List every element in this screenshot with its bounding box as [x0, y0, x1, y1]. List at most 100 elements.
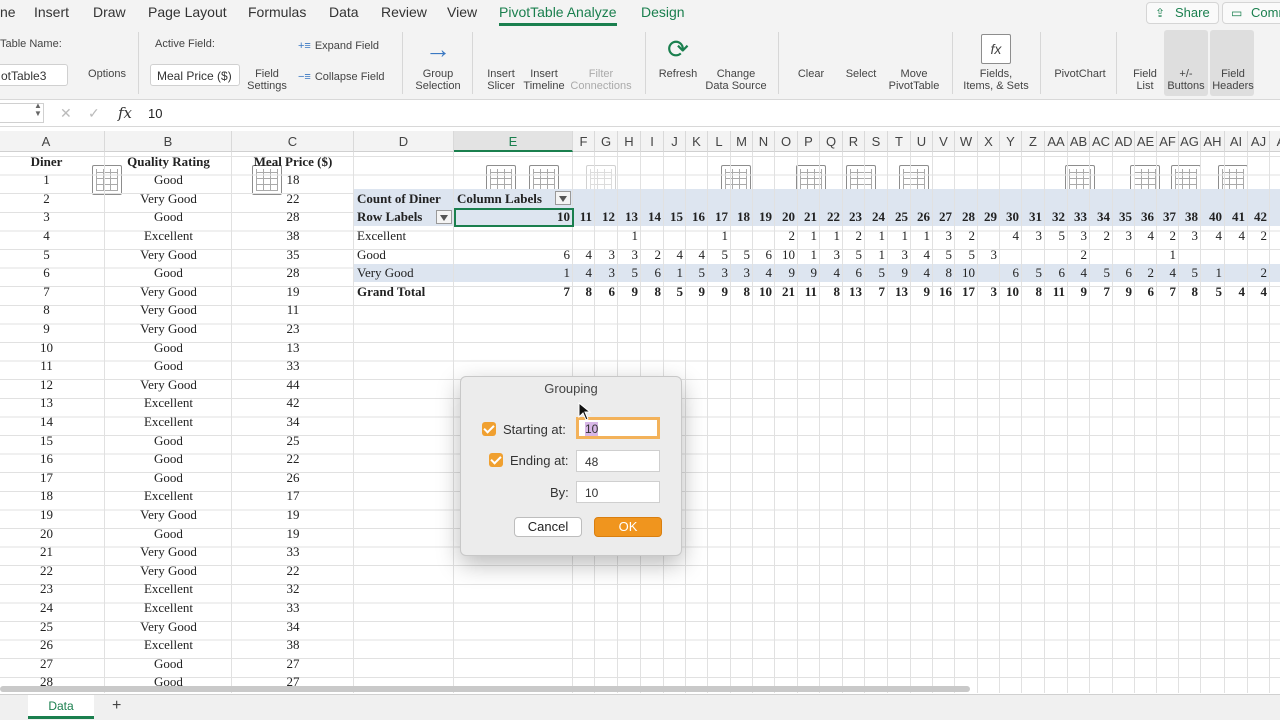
column-header-aj[interactable]: AJ: [1248, 131, 1270, 152]
pivot-column-key[interactable]: 11: [573, 208, 592, 226]
enter-icon[interactable]: ✓: [88, 105, 100, 122]
pivot-value-cell[interactable]: [1248, 246, 1267, 264]
pivot-value-cell[interactable]: [978, 227, 997, 245]
table-cell[interactable]: Good: [105, 208, 232, 226]
table-cell[interactable]: Good: [105, 525, 232, 543]
column-header-ae[interactable]: AE: [1135, 131, 1157, 152]
table-cell[interactable]: Very Good: [105, 618, 232, 636]
column-header-e[interactable]: E: [454, 131, 573, 152]
table-cell[interactable]: Excellent: [105, 636, 232, 654]
pivot-column-key[interactable]: 16: [686, 208, 705, 226]
table-cell[interactable]: 6: [0, 264, 105, 282]
table-cell[interactable]: 38: [232, 227, 354, 245]
field-settings-button[interactable]: Field Settings: [246, 34, 288, 195]
tab-home[interactable]: ne: [0, 4, 16, 20]
pivot-value-cell[interactable]: 2: [641, 246, 662, 264]
table-cell[interactable]: 4: [0, 227, 105, 245]
pivot-value-cell[interactable]: 4: [664, 246, 684, 264]
collapse-field-button[interactable]: −≡ Collapse Field: [298, 71, 385, 83]
table-cell[interactable]: 19: [232, 525, 354, 543]
column-header-w[interactable]: W: [955, 131, 978, 152]
pivot-count-label[interactable]: Count of Diner: [357, 190, 441, 208]
fx-icon[interactable]: fx: [118, 104, 132, 122]
column-header-j[interactable]: J: [664, 131, 686, 152]
pivot-column-key[interactable]: 34: [1090, 208, 1110, 226]
pivot-value-cell[interactable]: [641, 227, 661, 245]
pivot-column-key[interactable]: 26: [911, 208, 930, 226]
pivot-value-cell[interactable]: 5: [955, 246, 976, 264]
pivot-value-cell[interactable]: 1: [664, 264, 684, 282]
pivot-grand-total-cell[interactable]: 13: [843, 283, 862, 301]
table-cell[interactable]: 22: [232, 562, 354, 580]
pivot-value-cell[interactable]: [686, 227, 705, 245]
plus-minus-buttons-button[interactable]: +/- Buttons: [1164, 34, 1208, 195]
pivot-value-cell[interactable]: [731, 227, 750, 245]
pivot-value-cell[interactable]: 4: [1201, 227, 1223, 245]
pivot-grand-total-cell[interactable]: 4: [1248, 283, 1268, 301]
pivot-grand-total-cell[interactable]: 10: [753, 283, 772, 301]
table-cell[interactable]: 22: [232, 190, 354, 208]
horizontal-scrollbar[interactable]: [0, 686, 970, 692]
cancel-button[interactable]: Cancel: [514, 517, 582, 537]
pivot-value-cell[interactable]: 4: [911, 246, 931, 264]
tab-view[interactable]: View: [447, 4, 477, 20]
pivot-value-cell[interactable]: 3: [731, 264, 751, 282]
pivot-value-cell[interactable]: [1179, 246, 1198, 264]
pivot-value-cell[interactable]: 2: [1248, 264, 1268, 282]
table-cell[interactable]: Good: [105, 339, 232, 357]
column-header-r[interactable]: R: [843, 131, 865, 152]
table-cell[interactable]: Good: [105, 357, 232, 375]
pivot-value-cell[interactable]: 9: [798, 264, 818, 282]
column-header-h[interactable]: H: [618, 131, 641, 152]
pivot-value-cell[interactable]: 6: [1000, 264, 1020, 282]
table-cell[interactable]: 25: [232, 432, 354, 450]
table-cell[interactable]: 35: [232, 246, 354, 264]
table-cell[interactable]: 28: [232, 208, 354, 226]
column-header-m[interactable]: M: [731, 131, 753, 152]
pivot-value-cell[interactable]: [595, 227, 615, 245]
pivot-value-cell[interactable]: 5: [865, 264, 886, 282]
column-header-u[interactable]: U: [911, 131, 933, 152]
ending-at-checkbox[interactable]: [489, 453, 503, 467]
pivot-value-cell[interactable]: 3: [1022, 227, 1043, 245]
pivot-value-cell[interactable]: 5: [1179, 264, 1199, 282]
table-cell[interactable]: 9: [0, 320, 105, 338]
table-cell[interactable]: 17: [232, 487, 354, 505]
table-cell[interactable]: 38: [232, 636, 354, 654]
pivot-value-cell[interactable]: 5: [708, 246, 729, 264]
pivot-value-cell[interactable]: 2: [775, 227, 796, 245]
table-cell[interactable]: 42: [232, 394, 354, 412]
starting-at-checkbox[interactable]: [482, 422, 496, 436]
row-labels-dropdown-icon[interactable]: [436, 209, 452, 224]
table-cell[interactable]: 33: [232, 599, 354, 617]
pivot-grand-total-cell[interactable]: 9: [911, 283, 931, 301]
table-cell[interactable]: 18: [0, 487, 105, 505]
pivot-value-cell[interactable]: 8: [933, 264, 953, 282]
table-cell[interactable]: Very Good: [105, 376, 232, 394]
pivot-grand-total-cell[interactable]: 9: [1068, 283, 1088, 301]
pivot-value-cell[interactable]: 1: [618, 227, 639, 245]
pivot-value-cell[interactable]: [454, 227, 570, 245]
pivot-value-cell[interactable]: 6: [1113, 264, 1133, 282]
table-cell[interactable]: 24: [0, 599, 105, 617]
pivot-value-cell[interactable]: 1: [865, 246, 886, 264]
pivot-value-cell[interactable]: 5: [618, 264, 639, 282]
comments-button[interactable]: ▭ Comm: [1222, 2, 1280, 24]
tab-review[interactable]: Review: [381, 4, 427, 20]
table-cell[interactable]: Good: [105, 469, 232, 487]
pivot-value-cell[interactable]: 5: [843, 246, 863, 264]
table-cell[interactable]: 28: [232, 264, 354, 282]
pivot-grand-total-cell[interactable]: 5: [1201, 283, 1223, 301]
pivot-column-key[interactable]: 31: [1022, 208, 1042, 226]
column-header-d[interactable]: D: [354, 131, 454, 152]
pivot-column-key[interactable]: 40: [1201, 208, 1222, 226]
table-cell[interactable]: 19: [0, 506, 105, 524]
pivot-value-cell[interactable]: [1090, 246, 1110, 264]
table-cell[interactable]: Excellent: [105, 580, 232, 598]
table-cell[interactable]: Very Good: [105, 301, 232, 319]
pivot-value-cell[interactable]: 3: [1068, 227, 1088, 245]
table-cell[interactable]: Very Good: [105, 543, 232, 561]
pivot-value-cell[interactable]: 4: [1000, 227, 1020, 245]
table-cell[interactable]: Good: [105, 450, 232, 468]
pivot-value-cell[interactable]: 4: [753, 264, 773, 282]
